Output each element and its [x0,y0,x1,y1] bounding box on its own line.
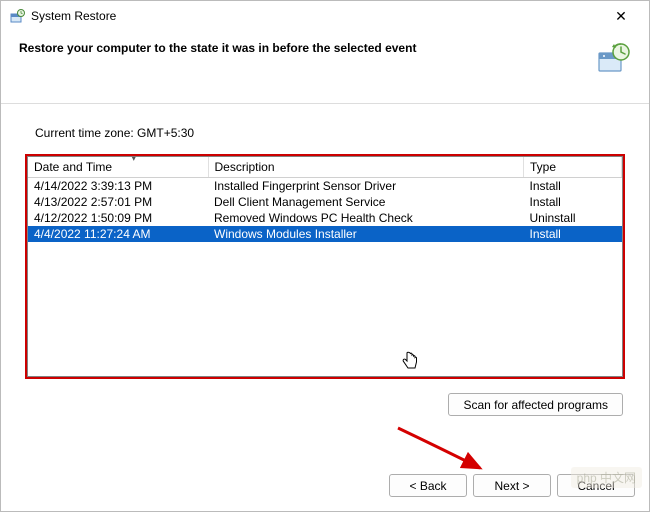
cell-type: Install [524,226,622,242]
restore-large-icon [595,41,631,77]
restore-icon [9,8,25,24]
close-button[interactable]: ✕ [601,1,641,31]
scan-row: Scan for affected programs [19,379,631,424]
restore-table: Date and Time▾ Description Type 4/14/202… [28,157,622,242]
cell-description: Removed Windows PC Health Check [208,210,524,226]
cell-datetime: 4/14/2022 3:39:13 PM [28,178,208,195]
back-button[interactable]: < Back [389,474,467,497]
content-area: Current time zone: GMT+5:30 Date and Tim… [1,104,649,464]
cell-description: Dell Client Management Service [208,194,524,210]
watermark: php 中文网 [571,467,642,488]
col-type[interactable]: Type [524,157,622,178]
table-row[interactable]: 4/13/2022 2:57:01 PMDell Client Manageme… [28,194,622,210]
scan-affected-button[interactable]: Scan for affected programs [448,393,623,416]
table-row[interactable]: 4/12/2022 1:50:09 PMRemoved Windows PC H… [28,210,622,226]
system-restore-window: System Restore ✕ Restore your computer t… [0,0,650,512]
table-row[interactable]: 4/14/2022 3:39:13 PMInstalled Fingerprin… [28,178,622,195]
cell-description: Installed Fingerprint Sensor Driver [208,178,524,195]
cell-type: Install [524,178,622,195]
cell-type: Install [524,194,622,210]
table-row[interactable]: 4/4/2022 11:27:24 AMWindows Modules Inst… [28,226,622,242]
titlebar: System Restore ✕ [1,1,649,31]
wizard-header: Restore your computer to the state it wa… [1,31,649,104]
cell-type: Uninstall [524,210,622,226]
window-title: System Restore [31,9,116,23]
timezone-label: Current time zone: GMT+5:30 [35,126,631,140]
next-button[interactable]: Next > [473,474,551,497]
restore-points-highlight: Date and Time▾ Description Type 4/14/202… [25,154,625,379]
col-datetime[interactable]: Date and Time▾ [28,157,208,178]
cell-description: Windows Modules Installer [208,226,524,242]
cell-datetime: 4/12/2022 1:50:09 PM [28,210,208,226]
restore-points-table[interactable]: Date and Time▾ Description Type 4/14/202… [27,156,623,377]
col-description[interactable]: Description [208,157,524,178]
wizard-footer: < Back Next > Cancel [1,464,649,511]
sort-desc-icon: ▾ [132,154,136,163]
cell-datetime: 4/4/2022 11:27:24 AM [28,226,208,242]
header-text: Restore your computer to the state it wa… [19,41,585,55]
cell-datetime: 4/13/2022 2:57:01 PM [28,194,208,210]
